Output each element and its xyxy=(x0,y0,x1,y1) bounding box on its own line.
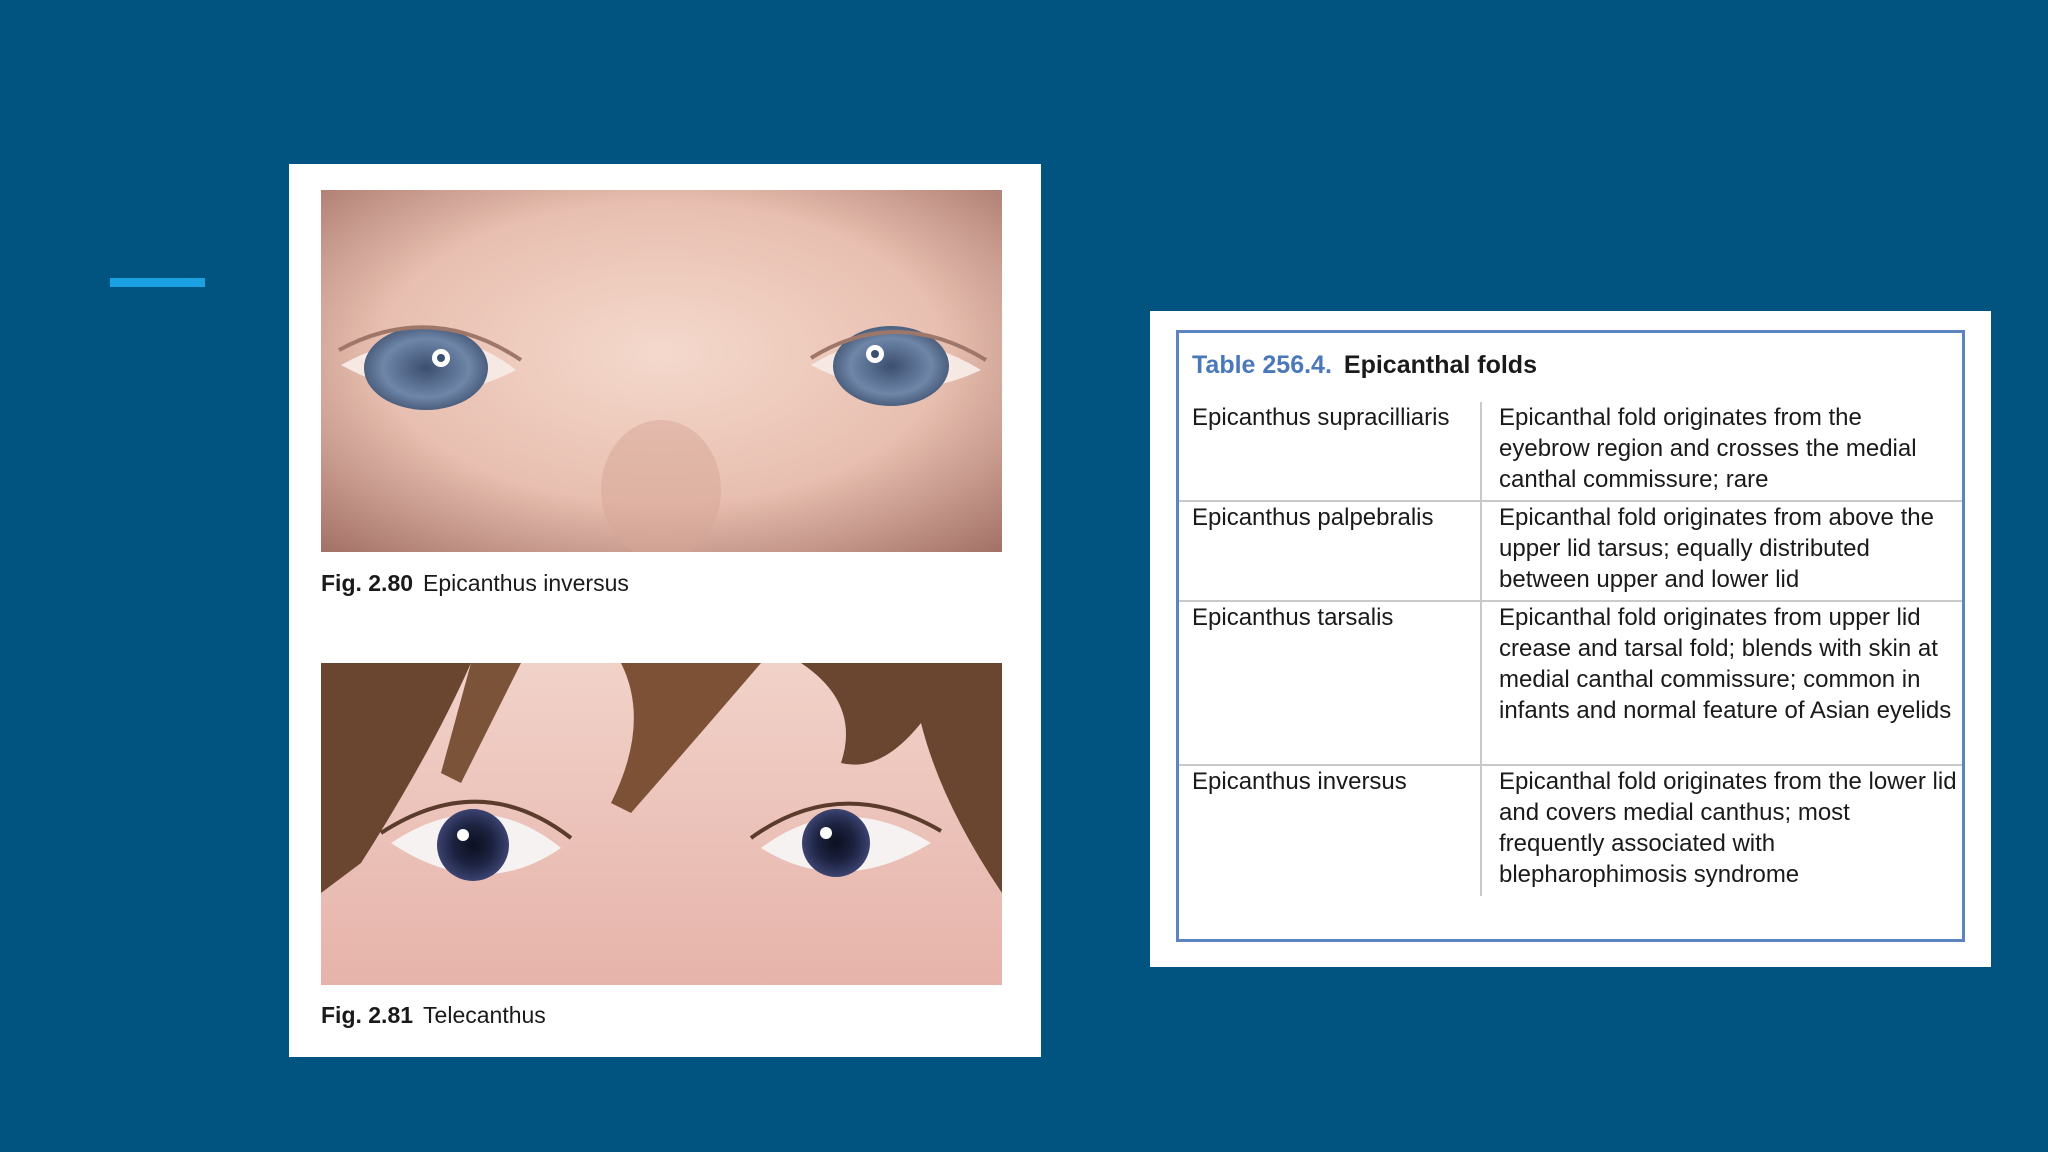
row-term: Epicanthus supracilliaris xyxy=(1192,404,1450,431)
figure-number: Fig. 2.80 xyxy=(321,570,414,596)
row-description: Epicanthal fold originates from the eyeb… xyxy=(1480,402,1962,501)
row-description: Epicanthal fold originates from upper li… xyxy=(1480,601,1962,765)
row-description: Epicanthal fold originates from above th… xyxy=(1480,501,1962,601)
table-name: Epicanthal folds xyxy=(1343,351,1537,379)
telecanthus-photo xyxy=(321,663,1002,985)
table-number: Table 256.4. xyxy=(1192,351,1332,379)
table-row: Epicanthus supracilliaris Epicanthal fol… xyxy=(1179,402,1962,501)
row-description: Epicanthal fold originates from the lowe… xyxy=(1480,765,1962,896)
figure-panel: Fig. 2.80 Epicanthus inversus Fig. 2.81 … xyxy=(289,164,1041,1057)
table-body: Epicanthus supracilliaris Epicanthal fol… xyxy=(1179,402,1962,896)
table-row: Epicanthus palpebralis Epicanthal fold o… xyxy=(1179,501,1962,601)
table-row: Epicanthus inversus Epicanthal fold orig… xyxy=(1179,765,1962,896)
table-row: Epicanthus tarsalis Epicanthal fold orig… xyxy=(1179,601,1962,765)
figure-title: Epicanthus inversus xyxy=(423,570,629,596)
figure-title: Telecanthus xyxy=(423,1002,546,1028)
figure-number: Fig. 2.81 xyxy=(321,1002,414,1028)
row-term: Epicanthus inversus xyxy=(1192,768,1407,795)
accent-line xyxy=(110,278,205,287)
table-title: Table 256.4. Epicanthal folds xyxy=(1192,351,1537,380)
figure-caption: Fig. 2.81 Telecanthus xyxy=(321,1002,546,1029)
epicanthus-inversus-photo xyxy=(321,190,1002,552)
figure-caption: Fig. 2.80 Epicanthus inversus xyxy=(321,570,629,597)
row-term: Epicanthus tarsalis xyxy=(1192,604,1394,631)
epicanthal-folds-table: Table 256.4. Epicanthal folds Epicanthus … xyxy=(1176,330,1965,942)
row-term: Epicanthus palpebralis xyxy=(1192,504,1434,531)
table-panel: Table 256.4. Epicanthal folds Epicanthus … xyxy=(1150,311,1991,967)
